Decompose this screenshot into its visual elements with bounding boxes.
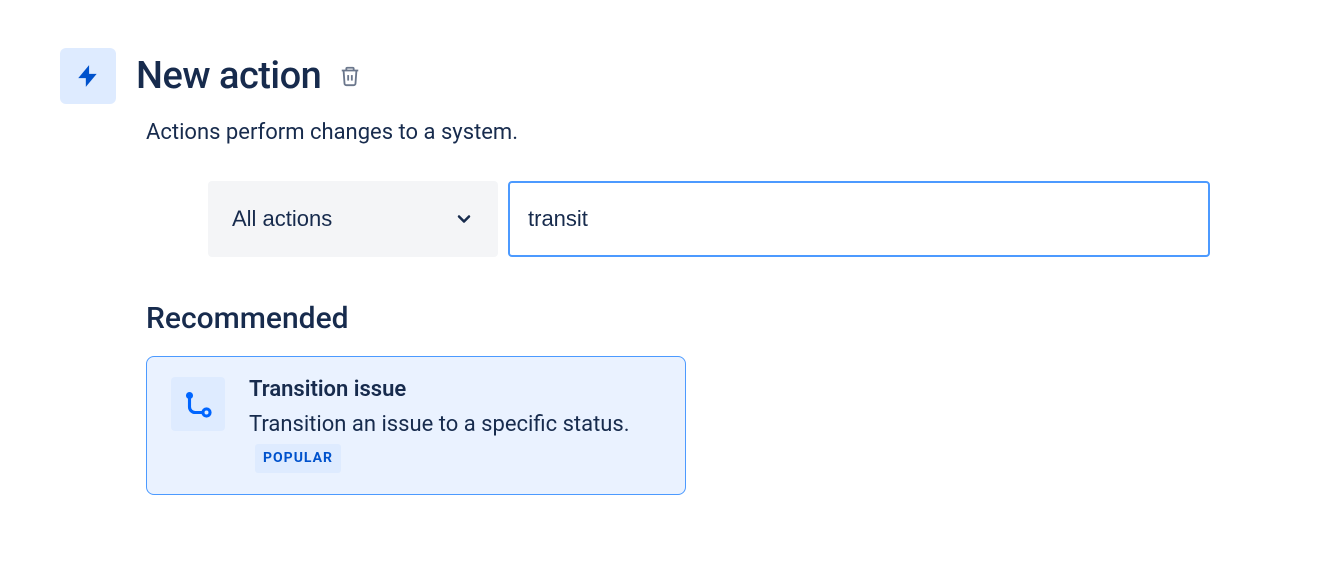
subtitle: Actions perform changes to a system. bbox=[146, 120, 1264, 145]
page-title: New action bbox=[136, 54, 321, 98]
delete-button[interactable] bbox=[335, 61, 365, 91]
popular-badge: POPULAR bbox=[255, 444, 341, 473]
card-title: Transition issue bbox=[249, 377, 661, 402]
transition-icon bbox=[171, 377, 225, 431]
section-heading: Recommended bbox=[146, 301, 1264, 336]
category-dropdown[interactable]: All actions bbox=[208, 181, 498, 257]
dropdown-label: All actions bbox=[232, 206, 332, 232]
chevron-down-icon bbox=[454, 209, 474, 229]
search-input[interactable] bbox=[508, 181, 1210, 257]
trash-icon bbox=[339, 65, 361, 87]
lightning-icon bbox=[60, 48, 116, 104]
action-card-transition-issue[interactable]: Transition issue Transition an issue to … bbox=[146, 356, 686, 495]
card-description: Transition an issue to a specific status… bbox=[249, 408, 661, 474]
